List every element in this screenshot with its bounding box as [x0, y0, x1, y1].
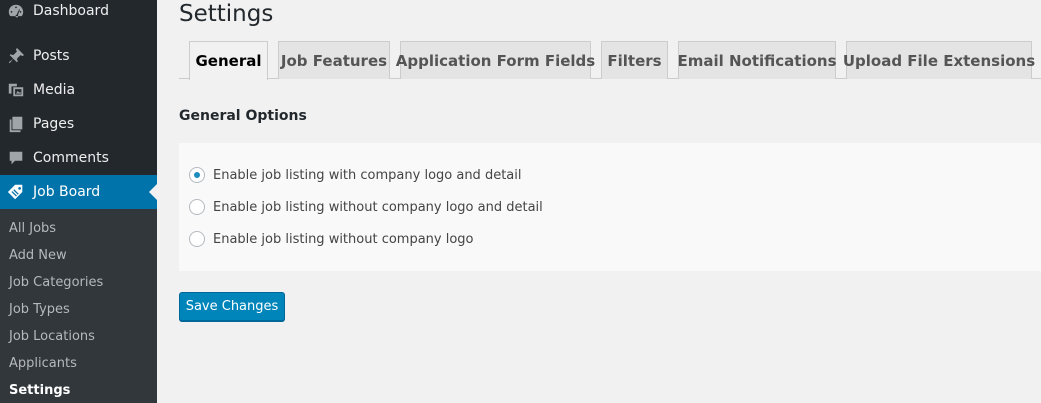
menu-item-label: Pages: [33, 116, 75, 132]
menu-item-dashboard[interactable]: Dashboard: [0, 0, 157, 28]
tab-filters[interactable]: Filters: [601, 41, 668, 79]
job-board-submenu: All Jobs Add New Job Categories Job Type…: [0, 209, 157, 403]
pin-icon: [7, 47, 25, 65]
media-icon: [7, 81, 25, 99]
admin-sidebar: Dashboard Posts Media Pages Comments Job…: [0, 0, 157, 403]
menu-item-posts[interactable]: Posts: [0, 39, 157, 73]
general-options-box: Enable job listing with company logo and…: [179, 143, 1041, 271]
menu-item-label: Media: [33, 82, 76, 98]
tab-upload-file-extensions[interactable]: Upload File Extensions: [843, 41, 1035, 79]
submenu-item-all-jobs[interactable]: All Jobs: [9, 221, 56, 236]
option-label: Enable job listing without company logo: [213, 231, 474, 247]
menu-item-comments[interactable]: Comments: [0, 141, 157, 175]
option-without-logo-and-detail[interactable]: Enable job listing without company logo …: [189, 199, 543, 215]
menu-item-label: Posts: [33, 48, 70, 64]
wp-admin-screen: Dashboard Posts Media Pages Comments Job…: [0, 0, 1041, 403]
menu-item-media[interactable]: Media: [0, 73, 157, 107]
submenu-item-job-categories[interactable]: Job Categories: [9, 275, 103, 290]
option-label: Enable job listing with company logo and…: [213, 167, 522, 183]
comment-icon: [7, 149, 25, 167]
tab-job-features[interactable]: Job Features: [278, 41, 390, 79]
tab-email-notifications[interactable]: Email Notifications: [677, 41, 837, 79]
page-title: Settings: [179, 1, 274, 27]
submenu-item-add-new[interactable]: Add New: [9, 248, 67, 263]
menu-item-pages[interactable]: Pages: [0, 107, 157, 141]
menu-item-label: Dashboard: [33, 3, 109, 19]
tag-icon: [7, 183, 25, 201]
dashboard-icon: [7, 2, 25, 20]
option-with-logo-and-detail[interactable]: Enable job listing with company logo and…: [189, 167, 521, 183]
pages-icon: [7, 115, 25, 133]
section-heading: General Options: [179, 108, 307, 124]
submenu-item-job-types[interactable]: Job Types: [9, 302, 70, 317]
tab-general[interactable]: General: [189, 41, 268, 80]
radio-button[interactable]: [189, 199, 205, 215]
submenu-item-settings[interactable]: Settings: [9, 383, 70, 398]
option-label: Enable job listing without company logo …: [213, 199, 543, 215]
menu-item-label: Comments: [33, 150, 109, 166]
submenu-item-job-locations[interactable]: Job Locations: [9, 329, 95, 344]
radio-button[interactable]: [189, 167, 205, 183]
tab-application-form-fields[interactable]: Application Form Fields: [396, 41, 595, 79]
radio-button[interactable]: [189, 231, 205, 247]
save-changes-button[interactable]: Save Changes: [179, 292, 285, 321]
menu-item-label: Job Board: [33, 184, 101, 200]
menu-item-job-board[interactable]: Job Board: [0, 175, 157, 209]
option-without-logo[interactable]: Enable job listing without company logo: [189, 231, 474, 247]
submenu-item-applicants[interactable]: Applicants: [9, 356, 77, 371]
